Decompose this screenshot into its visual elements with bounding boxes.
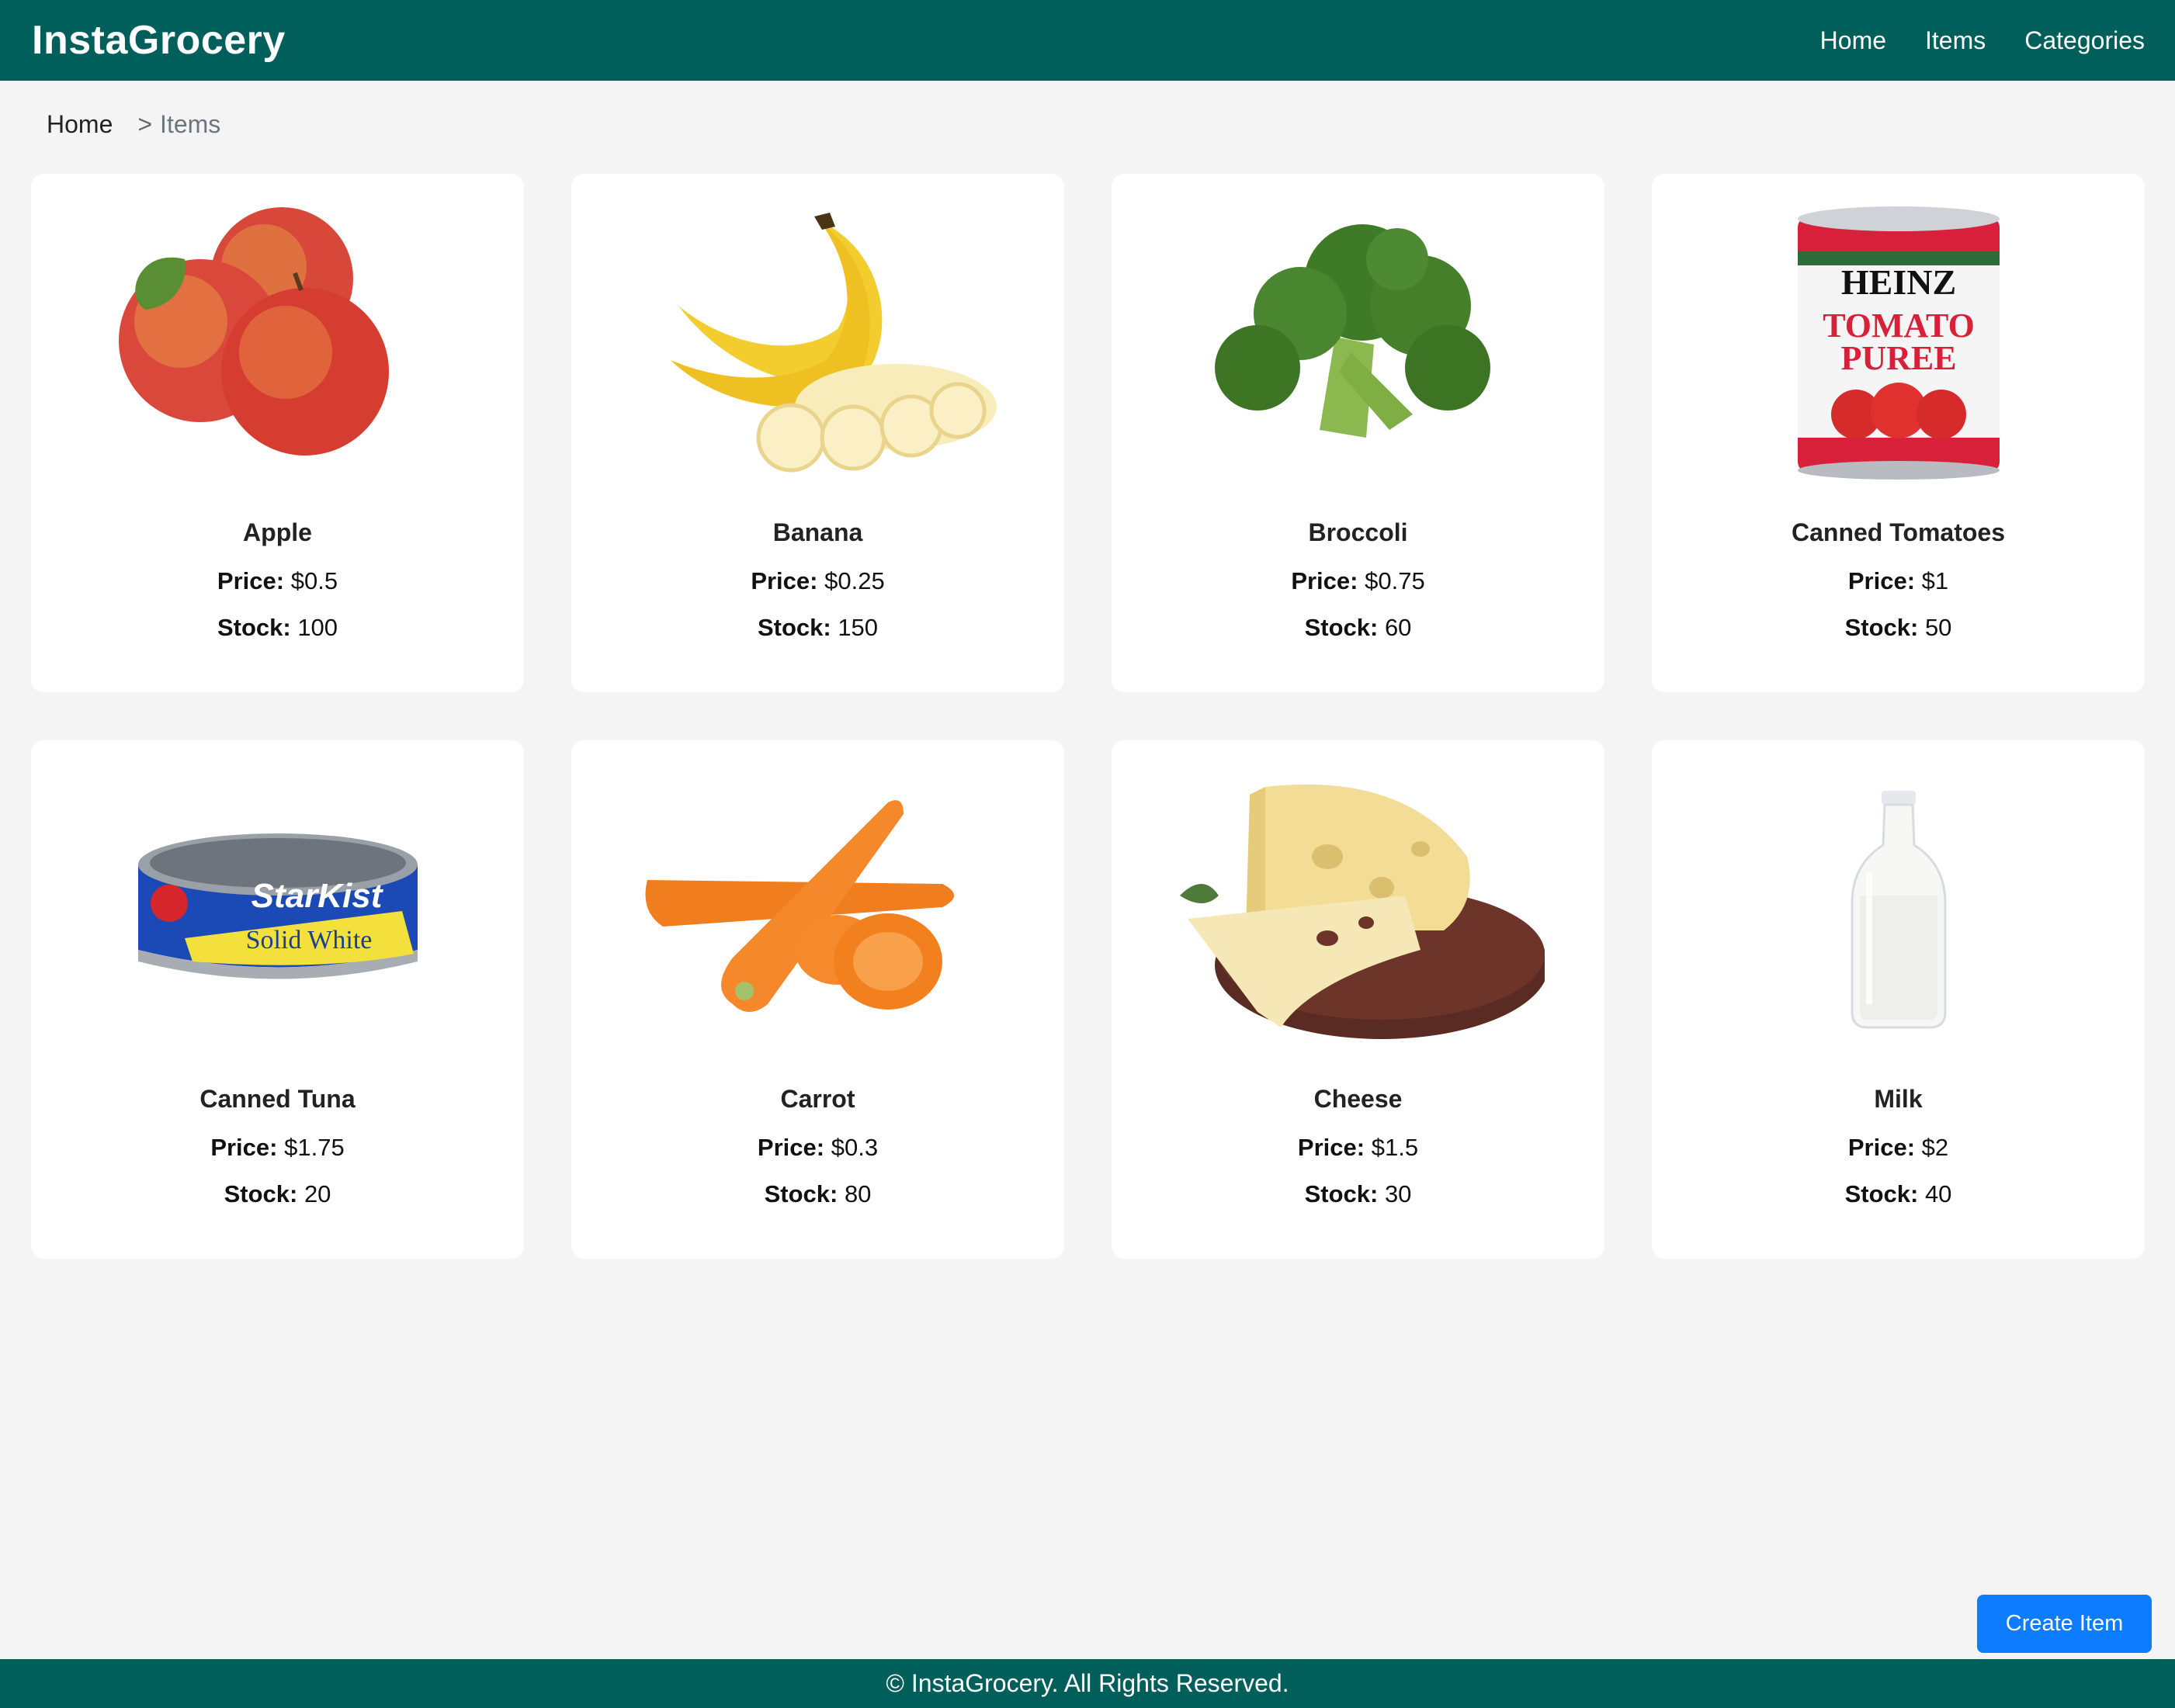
item-card-cheese[interactable]: Cheese Price: $1.5 Stock: 30 xyxy=(1112,740,1604,1259)
footer-copyright: © InstaGrocery. All Rights Reserved. xyxy=(886,1669,1289,1697)
item-stock: Stock: 50 xyxy=(1844,614,1952,641)
item-card-canned-tuna[interactable]: StarKist Solid White Canned Tuna Price: … xyxy=(31,740,524,1259)
item-name: Canned Tuna xyxy=(199,1085,356,1113)
item-name: Banana xyxy=(772,518,863,546)
canned-tuna-image: StarKist Solid White xyxy=(31,740,524,1082)
item-name: Milk xyxy=(1874,1085,1923,1113)
items-grid: Apple Price: $0.5 Stock: 100 Banana Pric… xyxy=(31,174,2145,1259)
apple-image xyxy=(31,174,524,515)
footer: © InstaGrocery. All Rights Reserved. xyxy=(0,1659,2175,1708)
banana-image xyxy=(571,174,1064,515)
item-price: Price: $0.75 xyxy=(1291,567,1425,594)
svg-text:StarKist: StarKist xyxy=(251,877,383,915)
item-name: Canned Tomatoes xyxy=(1792,518,2005,546)
breadcrumb: Home > Items xyxy=(47,110,220,139)
item-price: Price: $0.3 xyxy=(757,1134,879,1161)
breadcrumb-home[interactable]: Home xyxy=(47,110,113,139)
item-stock: Stock: 20 xyxy=(224,1180,331,1207)
item-stock: Stock: 40 xyxy=(1844,1180,1952,1207)
item-name: Apple xyxy=(243,518,312,546)
item-price: Price: $0.25 xyxy=(751,567,885,594)
item-card-milk[interactable]: Milk Price: $2 Stock: 40 xyxy=(1652,740,2145,1259)
svg-text:HEINZ: HEINZ xyxy=(1840,262,1955,302)
item-price: Price: $1.5 xyxy=(1297,1134,1419,1161)
svg-text:PUREE: PUREE xyxy=(1840,339,1956,377)
item-card-apple[interactable]: Apple Price: $0.5 Stock: 100 xyxy=(31,174,524,692)
milk-image xyxy=(1652,740,2145,1082)
item-name: Cheese xyxy=(1313,1085,1403,1113)
item-card-banana[interactable]: Banana Price: $0.25 Stock: 150 xyxy=(571,174,1064,692)
item-price: Price: $2 xyxy=(1847,1134,1949,1161)
item-stock: Stock: 30 xyxy=(1304,1180,1412,1207)
item-stock: Stock: 80 xyxy=(764,1180,872,1207)
create-item-button[interactable]: Create Item xyxy=(1977,1595,2152,1653)
main-nav: Home Items Categories xyxy=(1820,26,2145,55)
item-stock: Stock: 150 xyxy=(757,614,879,641)
item-card-broccoli[interactable]: Broccoli Price: $0.75 Stock: 60 xyxy=(1112,174,1604,692)
item-name: Broccoli xyxy=(1308,518,1408,546)
cheese-image xyxy=(1112,740,1604,1082)
breadcrumb-separator: > xyxy=(137,110,153,138)
brand-logo[interactable]: InstaGrocery xyxy=(32,17,286,64)
nav-categories[interactable]: Categories xyxy=(2024,26,2145,55)
top-navbar: InstaGrocery Home Items Categories xyxy=(0,0,2175,81)
item-name: Carrot xyxy=(780,1085,855,1113)
canned-tomatoes-image: HEINZ TOMATO PUREE xyxy=(1652,174,2145,515)
item-price: Price: $0.5 xyxy=(217,567,338,594)
item-price: Price: $1.75 xyxy=(210,1134,345,1161)
carrot-image xyxy=(571,740,1064,1082)
breadcrumb-current: Items xyxy=(160,110,221,138)
item-price: Price: $1 xyxy=(1847,567,1949,594)
nav-home[interactable]: Home xyxy=(1820,26,1886,55)
item-stock: Stock: 60 xyxy=(1304,614,1412,641)
svg-text:Solid White: Solid White xyxy=(245,926,372,954)
broccoli-image xyxy=(1112,174,1604,515)
item-stock: Stock: 100 xyxy=(217,614,338,641)
item-card-carrot[interactable]: Carrot Price: $0.3 Stock: 80 xyxy=(571,740,1064,1259)
item-card-canned-tomatoes[interactable]: HEINZ TOMATO PUREE Canned Tomatoes Price… xyxy=(1652,174,2145,692)
nav-items[interactable]: Items xyxy=(1925,26,1986,55)
